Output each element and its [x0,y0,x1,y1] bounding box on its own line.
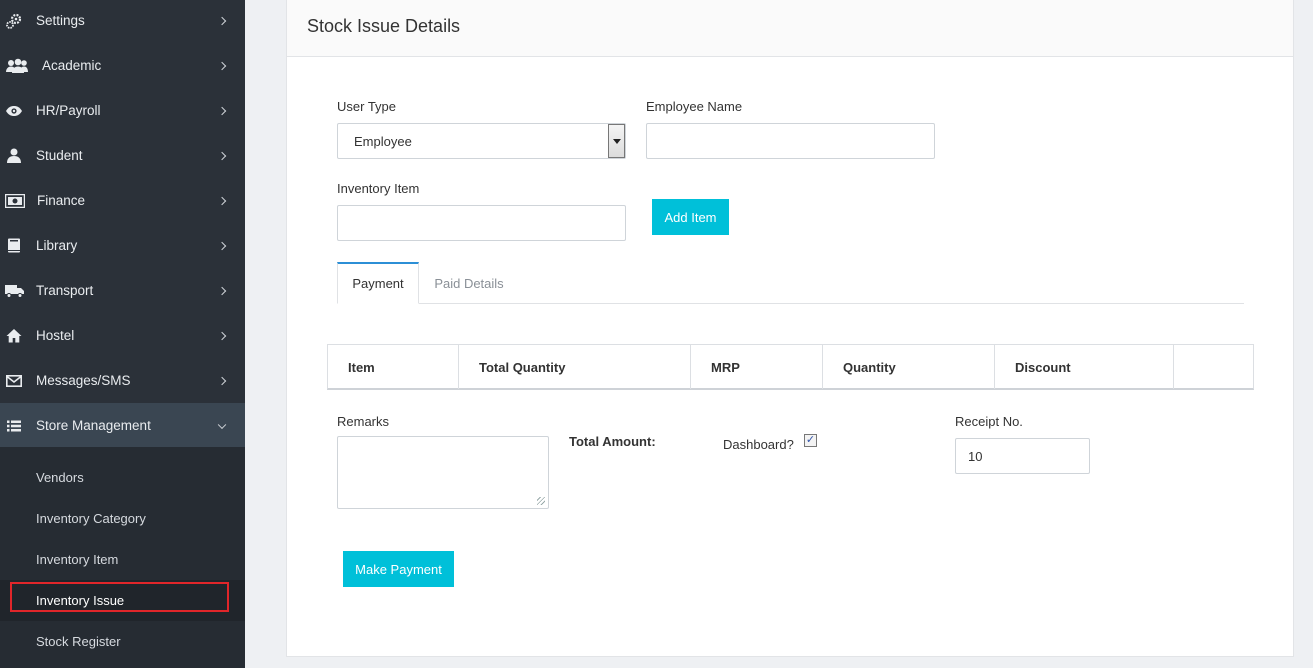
sidebar-item-hostel[interactable]: Hostel [0,313,245,358]
list-icon [4,418,24,434]
truck-icon [4,283,26,299]
column-header-mrp: MRP [691,345,823,389]
chevron-right-icon [217,196,227,205]
gears-icon [4,13,24,29]
dashboard-label: Dashboard? [723,437,794,452]
submenu-item-inventory-issue[interactable]: Inventory Issue [0,580,245,621]
column-header-quantity: Quantity [823,345,995,389]
sidebar-item-label: Library [36,238,78,253]
submenu-item-label: Vendors [36,470,84,485]
chevron-right-icon [217,286,227,295]
submenu-item-label: Inventory Issue [36,593,125,608]
submenu-item-label: Inventory Item [36,552,119,567]
users-icon [5,58,29,74]
money-icon [4,193,26,209]
employee-name-label: Employee Name [646,99,743,114]
page-title: Stock Issue Details [307,16,461,36]
sidebar-item-transport[interactable]: Transport [0,268,245,313]
submenu-item-label: Inventory Category [36,511,146,526]
chevron-right-icon [217,331,227,340]
sidebar-item-label: Store Management [36,418,151,433]
inventory-item-label: Inventory Item [337,181,420,196]
user-type-label: User Type [337,99,397,114]
sidebar-item-label: Transport [36,283,94,298]
tab-label: Payment [352,276,404,291]
tab-label: Paid Details [434,275,504,291]
items-table: Item Total Quantity MRP Quantity Discoun… [327,344,1254,390]
chevron-right-icon [217,61,227,70]
sidebar-item-student[interactable]: Student [0,133,245,178]
inventory-item-input[interactable] [337,205,626,241]
column-header-total-quantity: Total Quantity [459,345,691,389]
receipt-no-value: 10 [968,448,983,464]
submenu-item-inventory-item[interactable]: Inventory Item [0,539,245,580]
sidebar-item-finance[interactable]: Finance [0,178,245,223]
sidebar-item-settings[interactable]: Settings [0,0,245,43]
sidebar-item-library[interactable]: Library [0,223,245,268]
envelope-icon [4,373,24,389]
sidebar: Settings Academic HR/Payroll Student Fin… [0,0,245,668]
submenu-item-label: Stock Register [36,634,121,649]
stock-issue-panel: Stock Issue Details User Type Employee E… [286,0,1294,657]
sidebar-item-label: Finance [37,193,86,208]
employee-name-input[interactable] [646,123,935,159]
eye-icon [4,103,24,119]
sidebar-item-label: HR/Payroll [36,103,101,118]
sidebar-item-label: Academic [42,58,102,73]
user-type-value: Employee [354,133,412,149]
submenu-item-inventory-category[interactable]: Inventory Category [0,498,245,539]
sidebar-item-academic[interactable]: Academic [0,43,245,88]
submenu-item-vendors[interactable]: Vendors [0,457,245,498]
receipt-no-label: Receipt No. [955,414,1023,429]
book-icon [4,238,24,254]
sidebar-item-hr-payroll[interactable]: HR/Payroll [0,88,245,133]
sidebar-item-label: Settings [36,13,85,28]
column-header-action [1174,345,1253,389]
chevron-right-icon [217,106,227,115]
add-item-button[interactable]: Add Item [652,199,729,235]
receipt-no-input[interactable]: 10 [955,438,1090,474]
chevron-down-icon [217,420,227,429]
chevron-right-icon [217,241,227,250]
column-header-item: Item [328,345,459,389]
checkmark-icon: ✓ [805,434,816,446]
chevron-right-icon [217,16,227,25]
make-payment-button[interactable]: Make Payment [343,551,454,587]
chevron-down-icon[interactable] [608,124,625,158]
chevron-right-icon [217,376,227,385]
tab-payment[interactable]: Payment [337,262,419,304]
chevron-right-icon [217,151,227,160]
resize-grip-icon[interactable] [537,497,545,505]
sidebar-item-label: Messages/SMS [36,373,131,388]
submenu-item-stock-register[interactable]: Stock Register [0,621,245,662]
total-amount-label: Total Amount: [569,434,656,449]
remarks-textarea[interactable] [337,436,549,509]
home-icon [4,328,24,344]
user-type-select[interactable]: Employee [337,123,626,159]
user-icon [4,148,24,164]
sidebar-item-label: Student [36,148,83,163]
sidebar-item-store-management[interactable]: Store Management [0,403,245,448]
sidebar-item-messages-sms[interactable]: Messages/SMS [0,358,245,403]
sidebar-item-label: Hostel [36,328,75,343]
column-header-discount: Discount [995,345,1174,389]
tab-paid-details[interactable]: Paid Details [419,262,519,304]
panel-header: Stock Issue Details [287,0,1293,57]
remarks-label: Remarks [337,414,390,429]
dashboard-checkbox[interactable]: ✓ [804,434,817,447]
